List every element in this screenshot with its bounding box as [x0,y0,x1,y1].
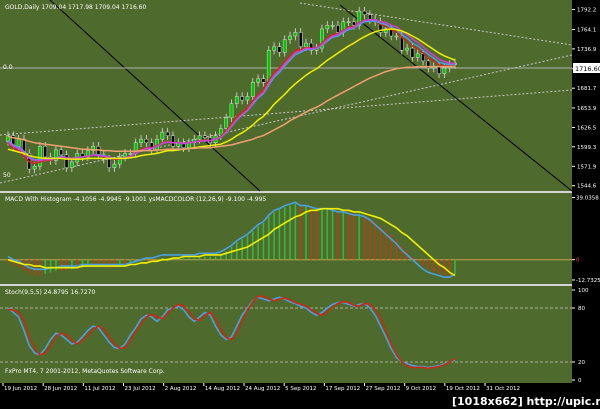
price-tick-label: 1681.7 [577,86,597,92]
price-tick-label: 1544.6 [577,184,597,190]
macd-tick-label: 39.0358 [576,196,599,202]
time-tick-label: 14 Aug 2012 [205,386,240,392]
time-tick-label: 24 Aug 2012 [245,386,280,392]
stoch-tick-label: 80 [578,306,585,312]
candle-body [362,10,367,15]
candle-body [346,21,351,24]
time-tick-label: 11 Jul 2012 [84,386,115,392]
macd-tick-label: 0 [576,258,580,264]
price-tick-label: 1764.1 [577,28,596,34]
time-tick-label: 2 Aug 2012 [165,386,197,392]
candle-body [139,138,143,143]
candle-body [112,163,117,168]
candle-body [442,67,447,74]
copyright-text: FxPro MT4, 7 2001-2012, MetaQuotes Softw… [5,368,165,375]
price-panel-bg [0,0,572,191]
candle-body [32,165,37,170]
macd-tick-label: -12.7325 [576,278,600,284]
candle-body [197,135,202,140]
candle-body [160,131,165,140]
price-tick-label: 1571.9 [577,164,597,170]
macd-label: MACD With Histogram -4.1056 -4.9945 -9.1… [5,196,266,203]
time-tick-label: 17 Sep 2012 [325,386,360,392]
candle-body [16,138,21,147]
stoch-tick-label: 0 [578,378,582,384]
candle-body [229,103,234,119]
candle-body [293,32,298,37]
chart-svg: GOLD,Daily 1709.04 1717.98 1709.04 1716.… [0,0,600,409]
candle-body [437,66,441,74]
price-axis-bg [572,0,600,409]
candle-body [234,96,239,104]
candle-body [38,146,42,167]
candle-body [405,47,409,51]
candle-body [325,25,330,30]
candle-body [59,149,64,156]
macd-panel-bg [0,193,572,284]
candle-body [107,158,111,168]
chart-window: GOLD,Daily 1709.04 1717.98 1709.04 1716.… [0,0,600,409]
time-tick-label: 19 Oct 2012 [446,386,480,392]
price-tick-label: 1653.9 [577,106,597,112]
candle-body [70,161,74,168]
time-tick-label: 19 Jun 2012 [4,386,37,392]
watermark-text: [1018x662] http://upic.me/ [452,395,600,408]
price-tick-label: 1599.3 [577,145,597,151]
candle-body [415,53,420,58]
candle-body [224,117,229,129]
price-tick-label: 1792.2 [577,8,596,14]
candle-body [272,46,276,51]
candle-body [410,47,415,58]
stoch-tick-label: 20 [578,360,585,366]
symbol-info: GOLD,Daily 1709.04 1717.98 1709.04 1716.… [5,4,146,11]
candle-body [165,131,170,136]
candle-body [277,46,282,53]
left-mark-mid: 50 [3,172,11,179]
candle-body [240,96,244,101]
candle-body [288,35,292,40]
candle-body [304,42,308,47]
candle-body [282,39,287,53]
candle-body [394,35,399,38]
candle-body [298,32,303,47]
candle-body [250,82,255,97]
candle-body [144,138,149,143]
candle-body [203,135,207,139]
candle-body [352,21,356,26]
candle-body [171,135,175,147]
candle-body [128,153,133,155]
price-tick-label: 1736.9 [577,47,597,53]
time-tick-label: 27 Sep 2012 [366,386,401,392]
candle-body [256,78,260,83]
candle-body [368,14,372,20]
current-price-value: 1716.60 [575,65,600,73]
candle-body [261,78,266,83]
candle-body [43,146,48,158]
time-tick-label: 31 Oct 2012 [486,386,520,392]
candle-body [336,25,340,33]
stoch-tick-label: 100 [578,288,589,294]
candle-body [245,96,250,101]
price-tick-label: 1626.5 [577,125,597,131]
candle-body [330,25,335,27]
time-tick-label: 5 Sep 2012 [285,386,316,392]
stoch-label: Stoch(9,5,5) 24.8795 16.7270 [5,289,96,296]
time-tick-label: 28 Jun 2012 [44,386,77,392]
left-mark-top: 0.0 [3,64,13,71]
time-tick-label: 23 Jul 2012 [125,386,156,392]
candle-body [123,153,127,158]
time-tick-label: 9 Oct 2012 [406,386,437,392]
